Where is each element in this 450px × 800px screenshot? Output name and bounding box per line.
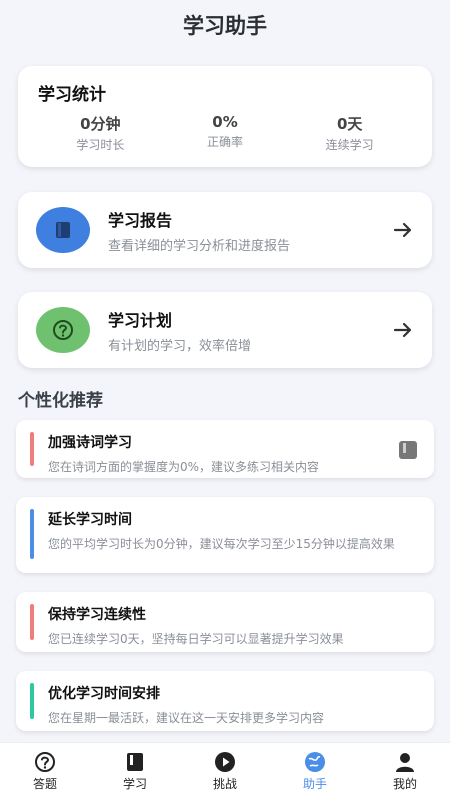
arrow-right-icon [393, 322, 412, 338]
recommend-desc: 您已连续学习0天，坚持每日学习可以显著提升学习效果 [48, 632, 344, 646]
book-icon [127, 753, 143, 771]
stats-card: 学习统计 0分钟 学习时长 0% 正确率 0天 连续学习 [18, 66, 432, 167]
tab-challenge[interactable]: 挑战 [180, 743, 270, 800]
feature-title: 学习计划 [108, 310, 173, 330]
page-header: 学习助手 [0, 0, 450, 50]
tab-label: 学习 [122, 777, 147, 791]
tab-label: 答题 [32, 777, 57, 791]
book-icon [399, 441, 417, 459]
stat-accuracy: 0% 正确率 [163, 113, 288, 153]
stat-value: 0分钟 [80, 115, 121, 133]
plan-icon-circle [36, 307, 90, 353]
stat-label: 学习时长 [76, 138, 125, 152]
user-icon [396, 753, 414, 772]
recommend-item-schedule[interactable]: 优化学习时间安排 您在星期一最活跃，建议在这一天安排更多学习内容 [16, 671, 434, 731]
stat-streak: 0天 连续学习 [287, 113, 412, 153]
stat-duration: 0分钟 学习时长 [38, 113, 163, 153]
arrow-right-icon [393, 222, 412, 238]
recommend-title: 优化学习时间安排 [48, 686, 160, 702]
tab-label: 助手 [302, 777, 327, 791]
recommend-desc: 您在诗词方面的掌握度为0%，建议多练习相关内容 [48, 460, 320, 474]
tab-assistant[interactable]: 助手 [270, 743, 360, 800]
question-icon [35, 752, 55, 772]
stats-title: 学习统计 [38, 85, 106, 105]
tab-label: 挑战 [212, 777, 237, 791]
book-icon [56, 222, 70, 238]
stat-label: 连续学习 [325, 138, 374, 152]
stat-value: 0天 [336, 115, 363, 133]
accent-bar [30, 683, 34, 719]
accent-bar [30, 509, 34, 559]
recommend-title: 保持学习连续性 [48, 607, 146, 623]
accent-bar [30, 432, 34, 466]
study-plan-card[interactable]: 学习计划 有计划的学习，效率倍增 [18, 292, 432, 368]
recommend-desc: 您在星期一最活跃，建议在这一天安排更多学习内容 [48, 711, 325, 725]
accent-bar [30, 604, 34, 640]
recommend-item-duration[interactable]: 延长学习时间 您的平均学习时长为0分钟，建议每次学习至少15分钟以提高效果 [16, 497, 434, 573]
tab-mine[interactable]: 我的 [360, 743, 450, 800]
feature-subtitle: 查看详细的学习分析和进度报告 [108, 238, 291, 254]
tab-label: 我的 [392, 777, 417, 791]
recommend-section-title: 个性化推荐 [18, 391, 103, 411]
recommend-title: 延长学习时间 [48, 512, 132, 528]
tab-answer[interactable]: 答题 [0, 743, 90, 800]
bottom-tab-bar: 答题 学习 挑战 助手 我的 [0, 742, 450, 800]
study-report-card[interactable]: 学习报告 查看详细的学习分析和进度报告 [18, 192, 432, 268]
stat-value: 0% [212, 113, 238, 131]
stats-row: 0分钟 学习时长 0% 正确率 0天 连续学习 [38, 113, 412, 153]
report-icon-circle [36, 207, 90, 253]
question-icon [53, 320, 73, 340]
globe-icon [305, 752, 325, 772]
recommend-desc: 您的平均学习时长为0分钟，建议每次学习至少15分钟以提高效果 [48, 537, 395, 551]
recommend-item-streak[interactable]: 保持学习连续性 您已连续学习0天，坚持每日学习可以显著提升学习效果 [16, 592, 434, 652]
feature-subtitle: 有计划的学习，效率倍增 [108, 338, 252, 354]
recommend-title: 加强诗词学习 [48, 435, 132, 451]
feature-title: 学习报告 [108, 210, 173, 230]
recommend-item-poetry[interactable]: 加强诗词学习 您在诗词方面的掌握度为0%，建议多练习相关内容 [16, 420, 434, 478]
page-title: 学习助手 [183, 14, 267, 38]
stat-label: 正确率 [207, 135, 244, 149]
play-icon [215, 752, 235, 772]
tab-study[interactable]: 学习 [90, 743, 180, 800]
